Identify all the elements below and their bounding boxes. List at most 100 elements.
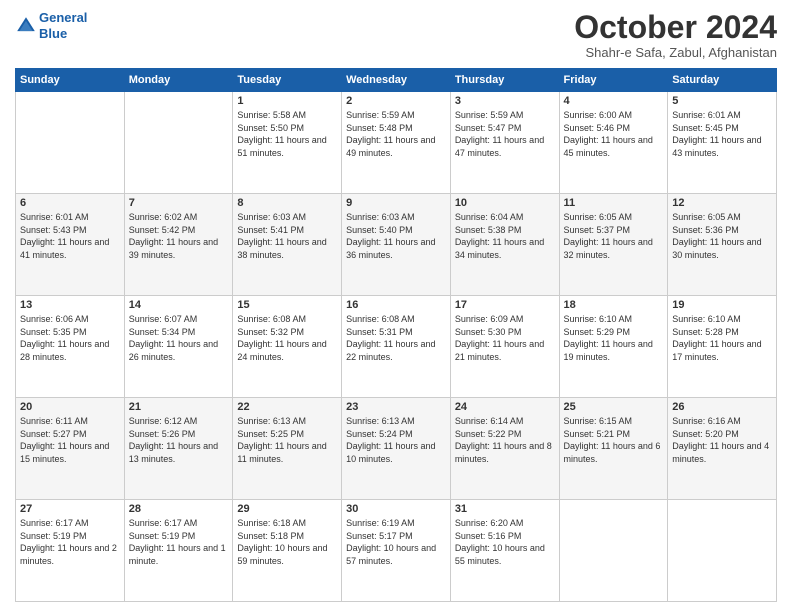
calendar-week-row: 1Sunrise: 5:58 AM Sunset: 5:50 PM Daylig…	[16, 92, 777, 194]
day-info: Sunrise: 6:01 AM Sunset: 5:43 PM Dayligh…	[20, 211, 120, 261]
day-info: Sunrise: 6:17 AM Sunset: 5:19 PM Dayligh…	[129, 517, 229, 567]
day-number: 12	[672, 197, 772, 209]
day-info: Sunrise: 5:59 AM Sunset: 5:47 PM Dayligh…	[455, 109, 555, 159]
day-number: 16	[346, 299, 446, 311]
table-row: 26 Sunrise: 6:16 AM Sunset: 5:20 PM Dayli…	[668, 398, 777, 500]
header: General Blue October 2024 Shahr-e Safa, …	[15, 10, 777, 60]
table-row: 27 Sunrise: 6:17 AM Sunset: 5:19 PM Dayli…	[16, 500, 125, 602]
table-row: 22 Sunrise: 6:13 AM Sunset: 5:25 PM Dayli…	[233, 398, 342, 500]
day-number: 19	[672, 299, 772, 311]
day-info: Sunrise: 6:11 AM Sunset: 5:27 PM Dayligh…	[20, 415, 120, 465]
table-row: 15 Sunrise: 6:08 AM Sunset: 5:32 PM Dayli…	[233, 296, 342, 398]
day-info: Sunrise: 6:00 AM Sunset: 5:46 PM Dayligh…	[564, 109, 664, 159]
day-number: 30	[346, 503, 446, 515]
day-info: Sunrise: 5:59 AM Sunset: 5:48 PM Dayligh…	[346, 109, 446, 159]
day-info: Sunrise: 6:13 AM Sunset: 5:25 PM Dayligh…	[237, 415, 337, 465]
location: Shahr-e Safa, Zabul, Afghanistan	[574, 45, 777, 60]
header-thursday: Thursday	[450, 69, 559, 92]
table-row: 7 Sunrise: 6:02 AM Sunset: 5:42 PM Daylig…	[124, 194, 233, 296]
day-info: Sunrise: 6:10 AM Sunset: 5:29 PM Dayligh…	[564, 313, 664, 363]
day-info: Sunrise: 6:09 AM Sunset: 5:30 PM Dayligh…	[455, 313, 555, 363]
logo: General Blue	[15, 10, 87, 41]
table-row: 11 Sunrise: 6:05 AM Sunset: 5:37 PM Dayli…	[559, 194, 668, 296]
table-row: 18Sunrise: 6:10 AM Sunset: 5:29 PM Dayli…	[559, 296, 668, 398]
day-info: Sunrise: 6:20 AM Sunset: 5:16 PM Dayligh…	[455, 517, 555, 567]
table-row: 9 Sunrise: 6:03 AM Sunset: 5:40 PM Daylig…	[342, 194, 451, 296]
day-number: 24	[455, 401, 555, 413]
day-number: 13	[20, 299, 120, 311]
day-info: Sunrise: 6:06 AM Sunset: 5:35 PM Dayligh…	[20, 313, 120, 363]
calendar-table: Sunday Monday Tuesday Wednesday Thursday…	[15, 68, 777, 602]
day-info: Sunrise: 6:03 AM Sunset: 5:41 PM Dayligh…	[237, 211, 337, 261]
day-info: Sunrise: 6:02 AM Sunset: 5:42 PM Dayligh…	[129, 211, 229, 261]
table-row: 30Sunrise: 6:19 AM Sunset: 5:17 PM Dayli…	[342, 500, 451, 602]
calendar-week-row: 13 Sunrise: 6:06 AM Sunset: 5:35 PM Dayli…	[16, 296, 777, 398]
day-info: Sunrise: 6:03 AM Sunset: 5:40 PM Dayligh…	[346, 211, 446, 261]
day-info: Sunrise: 6:14 AM Sunset: 5:22 PM Dayligh…	[455, 415, 555, 465]
day-info: Sunrise: 6:04 AM Sunset: 5:38 PM Dayligh…	[455, 211, 555, 261]
table-row	[124, 92, 233, 194]
day-number: 11	[564, 197, 664, 209]
table-row: 24 Sunrise: 6:14 AM Sunset: 5:22 PM Dayli…	[450, 398, 559, 500]
day-number: 29	[237, 503, 337, 515]
day-number: 10	[455, 197, 555, 209]
table-row: 2 Sunrise: 5:59 AM Sunset: 5:48 PM Daylig…	[342, 92, 451, 194]
day-info: Sunrise: 6:01 AM Sunset: 5:45 PM Dayligh…	[672, 109, 772, 159]
day-number: 22	[237, 401, 337, 413]
day-number: 31	[455, 503, 555, 515]
table-row: 20 Sunrise: 6:11 AM Sunset: 5:27 PM Dayli…	[16, 398, 125, 500]
table-row: 5 Sunrise: 6:01 AM Sunset: 5:45 PM Daylig…	[668, 92, 777, 194]
day-number: 4	[564, 95, 664, 107]
header-saturday: Saturday	[668, 69, 777, 92]
logo-icon	[15, 15, 37, 37]
day-info: Sunrise: 6:18 AM Sunset: 5:18 PM Dayligh…	[237, 517, 337, 567]
day-number: 28	[129, 503, 229, 515]
header-friday: Friday	[559, 69, 668, 92]
header-sunday: Sunday	[16, 69, 125, 92]
table-row: 1Sunrise: 5:58 AM Sunset: 5:50 PM Daylig…	[233, 92, 342, 194]
table-row: 6Sunrise: 6:01 AM Sunset: 5:43 PM Daylig…	[16, 194, 125, 296]
day-info: Sunrise: 6:15 AM Sunset: 5:21 PM Dayligh…	[564, 415, 664, 465]
day-info: Sunrise: 6:17 AM Sunset: 5:19 PM Dayligh…	[20, 517, 120, 567]
table-row: 23 Sunrise: 6:13 AM Sunset: 5:24 PM Dayli…	[342, 398, 451, 500]
day-number: 23	[346, 401, 446, 413]
page: General Blue October 2024 Shahr-e Safa, …	[0, 0, 792, 612]
day-number: 15	[237, 299, 337, 311]
table-row	[16, 92, 125, 194]
table-row: 16 Sunrise: 6:08 AM Sunset: 5:31 PM Dayli…	[342, 296, 451, 398]
day-number: 5	[672, 95, 772, 107]
logo-text: General Blue	[39, 10, 87, 41]
day-number: 9	[346, 197, 446, 209]
table-row	[559, 500, 668, 602]
day-number: 7	[129, 197, 229, 209]
day-number: 17	[455, 299, 555, 311]
day-number: 3	[455, 95, 555, 107]
table-row: 25Sunrise: 6:15 AM Sunset: 5:21 PM Dayli…	[559, 398, 668, 500]
table-row	[668, 500, 777, 602]
calendar-header-row: Sunday Monday Tuesday Wednesday Thursday…	[16, 69, 777, 92]
day-info: Sunrise: 6:08 AM Sunset: 5:32 PM Dayligh…	[237, 313, 337, 363]
day-info: Sunrise: 6:13 AM Sunset: 5:24 PM Dayligh…	[346, 415, 446, 465]
calendar-week-row: 27 Sunrise: 6:17 AM Sunset: 5:19 PM Dayli…	[16, 500, 777, 602]
table-row: 14Sunrise: 6:07 AM Sunset: 5:34 PM Dayli…	[124, 296, 233, 398]
table-row: 12 Sunrise: 6:05 AM Sunset: 5:36 PM Dayli…	[668, 194, 777, 296]
day-number: 20	[20, 401, 120, 413]
day-info: Sunrise: 6:10 AM Sunset: 5:28 PM Dayligh…	[672, 313, 772, 363]
day-info: Sunrise: 6:16 AM Sunset: 5:20 PM Dayligh…	[672, 415, 772, 465]
day-info: Sunrise: 6:08 AM Sunset: 5:31 PM Dayligh…	[346, 313, 446, 363]
table-row: 28 Sunrise: 6:17 AM Sunset: 5:19 PM Dayli…	[124, 500, 233, 602]
day-number: 2	[346, 95, 446, 107]
day-number: 21	[129, 401, 229, 413]
day-number: 26	[672, 401, 772, 413]
day-number: 27	[20, 503, 120, 515]
table-row: 4 Sunrise: 6:00 AM Sunset: 5:46 PM Daylig…	[559, 92, 668, 194]
table-row: 17 Sunrise: 6:09 AM Sunset: 5:30 PM Dayli…	[450, 296, 559, 398]
header-wednesday: Wednesday	[342, 69, 451, 92]
table-row: 10 Sunrise: 6:04 AM Sunset: 5:38 PM Dayli…	[450, 194, 559, 296]
calendar-week-row: 6Sunrise: 6:01 AM Sunset: 5:43 PM Daylig…	[16, 194, 777, 296]
logo-blue: Blue	[39, 26, 87, 42]
day-info: Sunrise: 6:05 AM Sunset: 5:36 PM Dayligh…	[672, 211, 772, 261]
table-row: 21Sunrise: 6:12 AM Sunset: 5:26 PM Dayli…	[124, 398, 233, 500]
day-info: Sunrise: 6:05 AM Sunset: 5:37 PM Dayligh…	[564, 211, 664, 261]
month-title: October 2024	[574, 10, 777, 45]
